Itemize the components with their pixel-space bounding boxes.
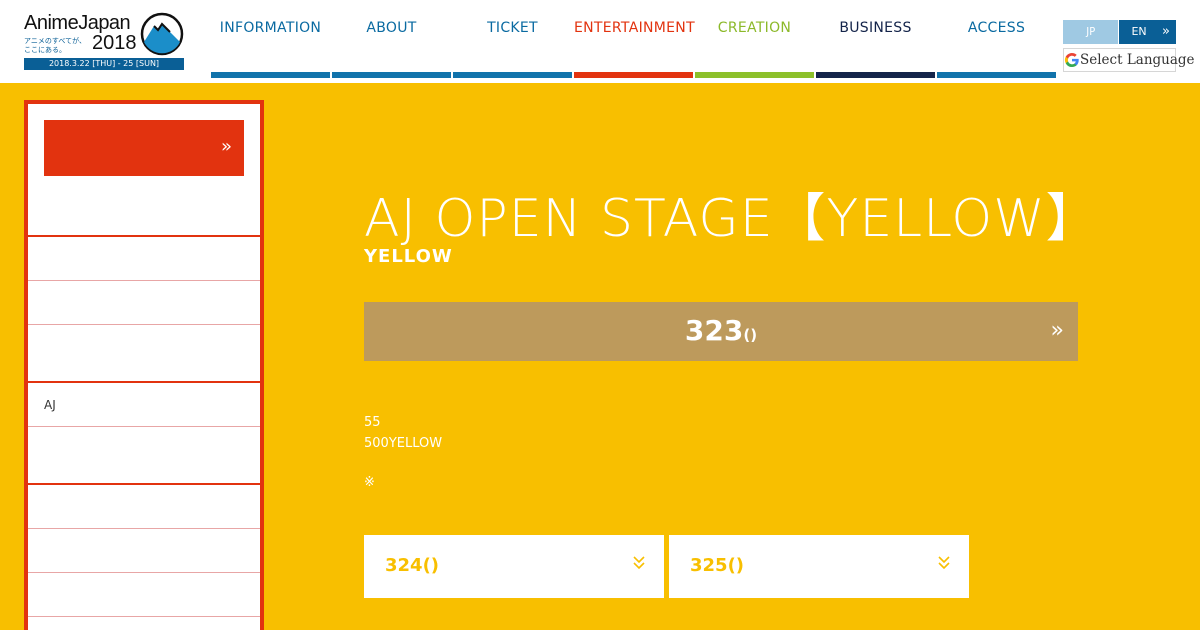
logo-dates: 2018.3.22 [THU] - 25 [SUN] [24,58,184,70]
nav-underline [211,72,330,78]
double-chevron-right-icon: » [220,136,232,157]
nav-item-label: BUSINESS [839,20,912,36]
day-bar-suffix: () [743,326,758,344]
day-card-label: 325() [690,555,745,576]
double-chevron-right-icon: » [1162,24,1170,39]
site-header: AnimeJapan アニメのすべてが、ここにある。 2018 2018.3.2… [0,0,1200,83]
nav-item-creation[interactable]: CREATION [695,0,814,78]
lang-en-label: EN [1131,25,1147,38]
google-g-icon [1064,49,1080,71]
nav-underline [332,72,451,78]
nav-underline [816,72,935,78]
nav-item-label: ACCESS [967,20,1026,36]
page-subtitle: YELLOW [364,246,453,267]
main-nav: INFORMATION ABOUT TICKET ENTERTAINMENT CREAT… [211,0,1056,78]
sidebar: » AJ [24,100,264,630]
day-card-325[interactable]: 325() [669,535,969,598]
sidebar-item[interactable] [28,237,260,281]
sidebar-item[interactable] [28,617,260,630]
nav-item-information[interactable]: INFORMATION [211,0,330,78]
nav-item-label: ENTERTAINMENT [574,20,695,36]
day-card-label: 324() [385,555,440,576]
nav-underline [453,72,572,78]
day-bar-label: 323 [684,314,744,347]
google-translate-select[interactable]: Select Language [1063,48,1195,72]
info-line: 55 [364,415,381,430]
sidebar-item[interactable] [28,573,260,617]
day-bar-text: 323() [364,314,1078,347]
sidebar-item[interactable] [28,529,260,573]
mountain-logo-icon [140,12,184,56]
nav-underline [574,72,693,78]
stage-info: 55 500YELLOW [364,412,442,454]
double-chevron-right-icon: » [1050,318,1064,343]
nav-item-about[interactable]: ABOUT [332,0,451,78]
nav-underline [695,72,814,78]
logo-tagline: アニメのすべてが、ここにある。 [24,37,86,54]
nav-item-label: TICKET [487,20,538,36]
info-line: 500YELLOW [364,436,443,451]
page-title: AJ OPEN STAGE【YELLOW】 [364,189,1099,249]
sidebar-item[interactable] [28,485,260,529]
sidebar-header: » [28,104,260,237]
sidebar-item-aj[interactable]: AJ [28,383,260,427]
sidebar-primary-button[interactable]: » [44,120,244,176]
nav-item-ticket[interactable]: TICKET [453,0,572,78]
language-switcher: JP EN » [1063,20,1176,44]
sidebar-item-label: AJ [44,397,56,412]
double-chevron-down-icon [632,554,646,575]
nav-item-business[interactable]: BUSINESS [816,0,935,78]
nav-item-entertainment[interactable]: ENTERTAINMENT [574,0,695,78]
sidebar-item[interactable] [28,325,260,383]
translate-label: Select Language [1080,52,1195,68]
nav-item-access[interactable]: ACCESS [937,0,1056,78]
nav-item-label: CREATION [717,20,792,36]
nav-underline [937,72,1056,78]
nav-item-label: INFORMATION [219,20,322,36]
double-chevron-down-icon [937,554,951,575]
site-logo[interactable]: AnimeJapan アニメのすべてが、ここにある。 2018 2018.3.2… [24,12,184,70]
note-mark: ※ [364,475,375,490]
sidebar-item[interactable] [28,427,260,485]
sidebar-item[interactable] [28,281,260,325]
day-selector-active[interactable]: 323() » [364,302,1078,361]
lang-en-button[interactable]: EN » [1119,20,1176,44]
nav-item-label: ABOUT [366,20,417,36]
lang-jp-button[interactable]: JP [1063,20,1119,44]
logo-year: 2018 [92,32,137,54]
day-card-324[interactable]: 324() [364,535,664,598]
